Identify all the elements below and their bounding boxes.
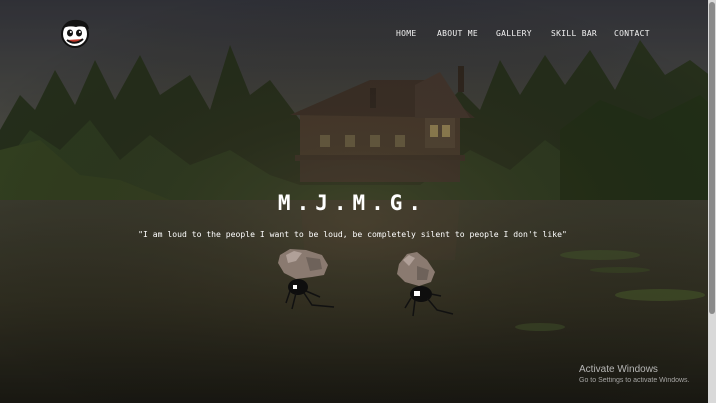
watermark-subtitle: Go to Settings to activate Windows. [579, 377, 690, 384]
top-navigation: HOME ABOUT ME GALLERY SKILL BAR CONTACT [386, 29, 706, 43]
page-scrollbar[interactable] [708, 0, 716, 403]
rock-hermit-critter-icon [276, 247, 338, 313]
scrollbar-thumb[interactable] [709, 2, 715, 314]
nav-about-me[interactable]: ABOUT ME [437, 29, 478, 38]
activate-windows-watermark: Activate Windows Go to Settings to activ… [579, 364, 690, 384]
nav-home[interactable]: HOME [396, 29, 416, 38]
rock-hermit-critter-icon [393, 250, 457, 320]
nav-gallery[interactable]: GALLERY [496, 29, 532, 38]
cartoon-face-logo[interactable] [58, 17, 92, 49]
nav-contact[interactable]: CONTACT [614, 29, 650, 38]
nav-skill-bar[interactable]: SKILL BAR [551, 29, 597, 38]
hero-title: M.J.M.G. [277, 191, 428, 215]
hero-quote: "I am loud to the people I want to be lo… [138, 229, 567, 239]
watermark-title: Activate Windows [579, 364, 658, 375]
